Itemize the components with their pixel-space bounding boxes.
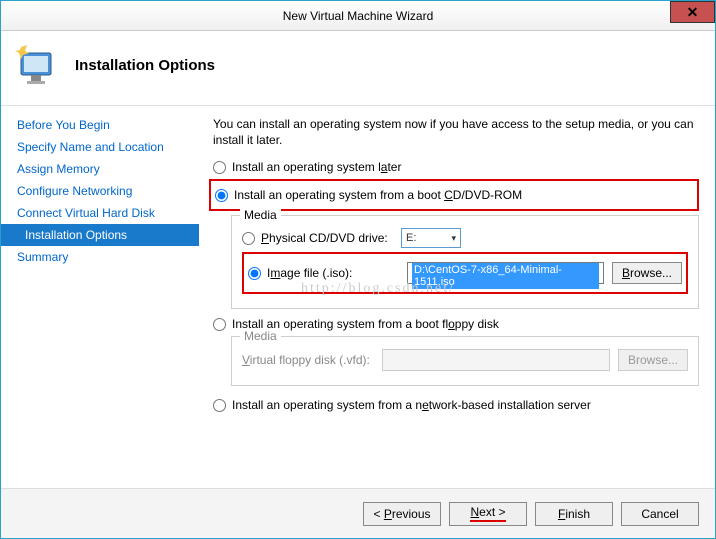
physical-drive-value: E: <box>406 232 416 244</box>
sidebar-item-before-you-begin[interactable]: Before You Begin <box>1 114 199 136</box>
highlight-iso-row: Image file (.iso): D:\CentOS-7-x86_64-Mi… <box>242 252 688 294</box>
physical-drive-dropdown[interactable]: E: ▾ <box>401 228 461 248</box>
option-install-later[interactable]: Install an operating system later <box>213 160 699 174</box>
wizard-icon <box>13 41 61 89</box>
option-install-later-label: Install an operating system later <box>232 160 401 174</box>
sidebar-item-installation-options[interactable]: Installation Options <box>1 224 199 246</box>
sidebar-item-specify-name[interactable]: Specify Name and Location <box>1 136 199 158</box>
radio-install-later[interactable] <box>213 161 226 174</box>
image-file-label: Image file (.iso): <box>267 266 407 280</box>
window-title: New Virtual Machine Wizard <box>283 9 434 23</box>
sidebar: Before You Begin Specify Name and Locati… <box>1 106 199 506</box>
previous-button[interactable]: < Previous <box>363 502 441 526</box>
media-fieldset-cd: Media Physical CD/DVD drive: E: ▾ Image … <box>231 215 699 309</box>
radio-image-file[interactable] <box>248 267 261 280</box>
physical-drive-row: Physical CD/DVD drive: E: ▾ <box>242 228 688 248</box>
physical-drive-label: Physical CD/DVD drive: <box>261 231 401 245</box>
image-file-path: D:\CentOS-7-x86_64-Minimal-1511.iso <box>412 263 599 289</box>
intro-text: You can install an operating system now … <box>213 116 699 148</box>
media-fieldset-floppy: Media Virtual floppy disk (.vfd): Browse… <box>231 336 699 386</box>
image-file-row: Image file (.iso): D:\CentOS-7-x86_64-Mi… <box>248 262 682 284</box>
browse-iso-button[interactable]: Browse... <box>612 262 682 284</box>
wizard-body: Before You Begin Specify Name and Locati… <box>1 106 715 506</box>
cancel-button[interactable]: Cancel <box>621 502 699 526</box>
option-install-network-label: Install an operating system from a netwo… <box>232 398 591 412</box>
media-legend: Media <box>240 208 281 222</box>
sidebar-item-summary[interactable]: Summary <box>1 246 199 268</box>
highlight-cd-option: Install an operating system from a boot … <box>209 179 699 211</box>
wizard-footer: < Previous Next > Finish Cancel <box>1 488 715 538</box>
vfd-label: Virtual floppy disk (.vfd): <box>242 353 382 367</box>
sidebar-item-configure-networking[interactable]: Configure Networking <box>1 180 199 202</box>
sidebar-item-assign-memory[interactable]: Assign Memory <box>1 158 199 180</box>
close-button[interactable]: ✕ <box>670 1 715 23</box>
radio-install-network[interactable] <box>213 399 226 412</box>
option-install-cd-label: Install an operating system from a boot … <box>234 188 522 202</box>
vfd-input <box>382 349 610 371</box>
option-install-network[interactable]: Install an operating system from a netwo… <box>213 398 699 412</box>
main-panel: You can install an operating system now … <box>199 106 715 506</box>
image-file-input[interactable]: D:\CentOS-7-x86_64-Minimal-1511.iso <box>407 262 604 284</box>
sidebar-item-connect-vhd[interactable]: Connect Virtual Hard Disk <box>1 202 199 224</box>
page-title: Installation Options <box>75 57 215 74</box>
titlebar: New Virtual Machine Wizard ✕ <box>1 1 715 31</box>
radio-physical-drive[interactable] <box>242 232 255 245</box>
vfd-row: Virtual floppy disk (.vfd): Browse... <box>242 349 688 371</box>
option-install-floppy[interactable]: Install an operating system from a boot … <box>213 317 699 331</box>
browse-vfd-button: Browse... <box>618 349 688 371</box>
floppy-legend: Media <box>240 329 281 343</box>
finish-button[interactable]: Finish <box>535 502 613 526</box>
wizard-header: Installation Options <box>1 31 715 106</box>
chevron-down-icon: ▾ <box>451 233 456 244</box>
radio-install-floppy[interactable] <box>213 318 226 331</box>
close-icon: ✕ <box>687 4 699 21</box>
radio-install-cd[interactable] <box>215 189 228 202</box>
next-button[interactable]: Next > <box>449 502 527 526</box>
option-install-cd[interactable]: Install an operating system from a boot … <box>215 188 693 202</box>
